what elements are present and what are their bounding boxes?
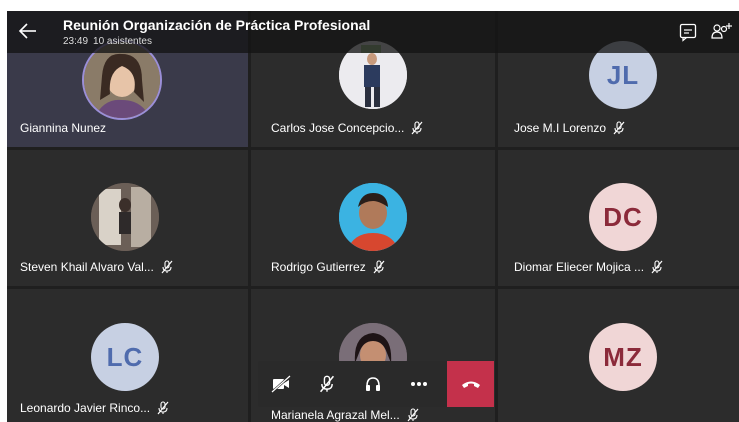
- participant-name-bar: Diomar Eliecer Mojica ...: [514, 260, 664, 274]
- participant-name: Carlos Jose Concepcio...: [271, 121, 405, 135]
- camera-toggle-button[interactable]: [258, 361, 304, 407]
- chat-icon[interactable]: [678, 22, 698, 42]
- participant-name: Diomar Eliecer Mojica ...: [514, 260, 645, 274]
- more-icon: [411, 382, 427, 386]
- participant-name: Giannina Nunez: [20, 121, 107, 135]
- avatar-initials: DC: [589, 183, 657, 251]
- meeting-subtitle: 23:49 10 asistentes: [63, 36, 157, 47]
- mic-off-icon: [161, 260, 173, 274]
- participant-name: Steven Khail Alvaro Val...: [20, 260, 154, 274]
- attendee-count: 10 asistentes: [93, 36, 152, 47]
- avatar-initials-text: DC: [603, 201, 643, 232]
- call-controls: [258, 361, 494, 407]
- mic-off-icon: [157, 401, 169, 415]
- participant-tile[interactable]: LC Leonardo Javier Rinco...: [7, 289, 248, 422]
- hang-up-icon: [461, 381, 480, 388]
- speaker-icon: [366, 377, 380, 391]
- camera-off-icon: [271, 375, 291, 393]
- meeting-header: Reunión Organización de Práctica Profesi…: [7, 11, 739, 53]
- participant-name-bar: Giannina Nunez: [20, 121, 106, 135]
- avatar-initials: LC: [91, 323, 159, 391]
- participant-name-bar: Rodrigo Gutierrez: [271, 260, 386, 274]
- meeting-stage: Giannina Nunez Carlos Jose Concepcio... …: [7, 11, 739, 422]
- participant-name: Jose M.I Lorenzo: [514, 121, 607, 135]
- participant-name: Leonardo Javier Rinco...: [20, 401, 151, 415]
- mic-toggle-button[interactable]: [304, 361, 350, 407]
- hang-up-button[interactable]: [447, 361, 494, 407]
- participant-tile[interactable]: Rodrigo Gutierrez: [251, 150, 495, 286]
- participant-name-bar: Steven Khail Alvaro Val...: [20, 260, 174, 274]
- participant-tile[interactable]: DC Diomar Eliecer Mojica ...: [498, 150, 739, 286]
- participant-name-bar: Jose M.I Lorenzo: [514, 121, 626, 135]
- back-arrow-icon[interactable]: [17, 20, 39, 42]
- mic-off-icon: [411, 121, 423, 135]
- avatar-initials-text: LC: [106, 341, 144, 372]
- participant-name-bar: Carlos Jose Concepcio...: [271, 121, 424, 135]
- audio-output-button[interactable]: [350, 361, 396, 407]
- participant-tile[interactable]: MZ: [498, 289, 739, 422]
- add-people-icon[interactable]: [711, 22, 733, 42]
- avatar-initials-text: MZ: [603, 341, 643, 372]
- avatar-photo: [91, 183, 159, 251]
- participant-name: Marianela Agrazal Mel...: [271, 408, 400, 422]
- mic-off-icon: [613, 121, 625, 135]
- avatar-initials-text: JL: [606, 59, 640, 90]
- meeting-time: 23:49: [63, 36, 89, 47]
- participant-name-bar: Leonardo Javier Rinco...: [20, 401, 170, 415]
- mic-off-icon: [373, 260, 385, 274]
- participant-name: Rodrigo Gutierrez: [271, 260, 366, 274]
- mic-off-icon: [407, 408, 419, 422]
- avatar-photo: [339, 183, 407, 251]
- mic-off-icon: [319, 375, 335, 393]
- meeting-title: Reunión Organización de Práctica Profesi…: [63, 17, 371, 33]
- participant-name-bar: Marianela Agrazal Mel...: [271, 408, 420, 422]
- participant-tile[interactable]: Steven Khail Alvaro Val...: [7, 150, 248, 286]
- avatar-initials: MZ: [589, 323, 657, 391]
- mic-off-icon: [651, 260, 663, 274]
- more-options-button[interactable]: [396, 361, 442, 407]
